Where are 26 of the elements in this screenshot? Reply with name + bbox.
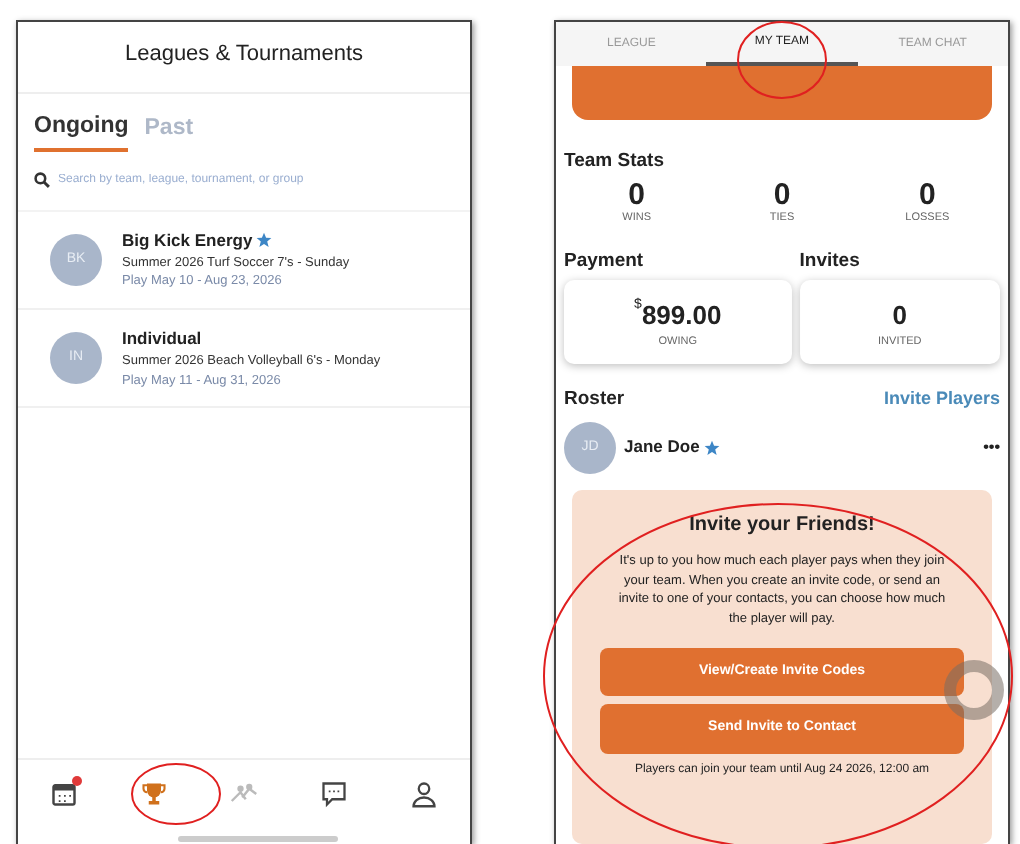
invite-count: 0	[890, 297, 909, 334]
screen-title: Leagues & Tournaments	[18, 22, 470, 93]
section-title: Payment	[564, 247, 646, 275]
team-name: Big Kick Energy	[122, 227, 253, 253]
tab[interactable]: Ongoing	[34, 109, 129, 152]
tab[interactable]: Past	[144, 109, 194, 152]
stat-value: 0	[628, 180, 645, 211]
stat-value: 0	[919, 180, 936, 211]
player-name: Jane Doe	[624, 434, 700, 461]
annotation-ellipse	[737, 21, 827, 99]
amount-owing: 899.00	[641, 299, 722, 330]
stat-value: 0	[773, 180, 791, 211]
invite-players-link[interactable]: Invite Players	[883, 385, 1000, 414]
more-menu[interactable]: •••	[983, 435, 1000, 460]
card-title: Invite your Friends!	[687, 511, 877, 540]
section-title: Invites	[799, 247, 862, 275]
profile-icon[interactable]	[410, 780, 439, 808]
section-title: Roster	[564, 385, 625, 413]
touch-indicator-icon	[944, 660, 1004, 720]
search-icon	[34, 172, 50, 189]
annotation-ellipse	[131, 763, 221, 825]
chat-icon[interactable]	[320, 780, 349, 808]
section-title: Team Stats	[564, 148, 666, 176]
team-name: Individual	[122, 326, 202, 352]
trophy-icon[interactable]	[139, 780, 168, 808]
calendar-icon[interactable]	[49, 780, 78, 808]
